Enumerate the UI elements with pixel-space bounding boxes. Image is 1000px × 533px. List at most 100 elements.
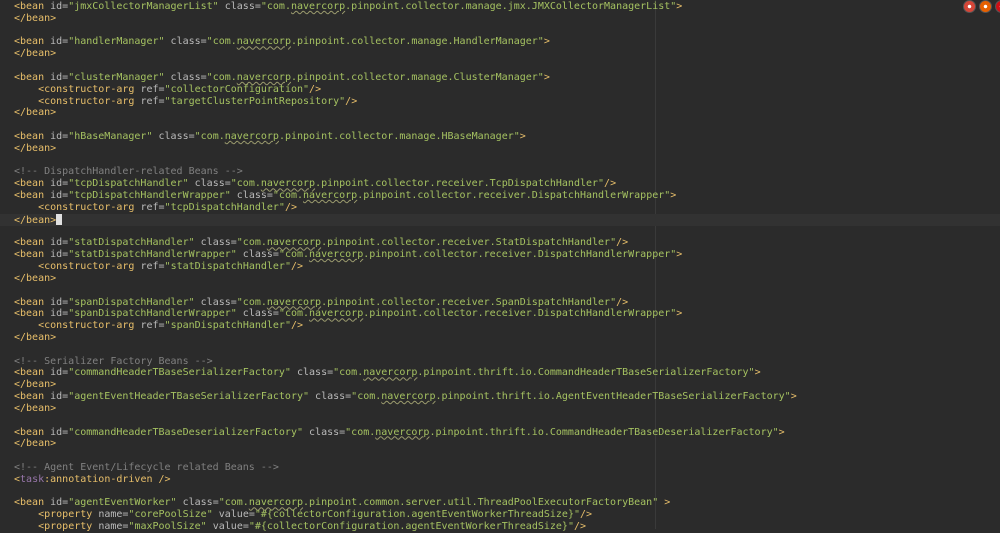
code-token: <bean [14, 71, 51, 83]
code-token: "handlerManager" [68, 36, 165, 48]
code-token: id= [50, 391, 69, 403]
code-token: class= [200, 296, 237, 308]
code-token: "com. [345, 426, 376, 438]
code-line[interactable]: </bean> [14, 438, 56, 450]
code-token: </bean> [14, 402, 57, 414]
code-token: .pinpoint.collector.receiver.DispatchHan… [363, 249, 677, 261]
code-token: <bean [14, 249, 51, 261]
code-token: id= [50, 1, 69, 12]
code-line[interactable]: </bean> [14, 107, 56, 119]
code-token: .pinpoint.collector.manage.HBaseManager" [278, 131, 520, 143]
code-token: ref= [140, 95, 165, 107]
code-line[interactable]: <property name="maxPoolSize" value="#{co… [14, 521, 586, 533]
right-margin-guide [655, 0, 656, 529]
code-token: class= [200, 237, 237, 249]
code-line[interactable]: <constructor-arg ref="targetClusterPoint… [14, 96, 357, 108]
code-token: .pinpoint.collector.receiver.TcpDispatch… [315, 178, 605, 190]
opera-icon[interactable] [995, 0, 1000, 13]
code-token: > [670, 190, 677, 202]
code-line[interactable]: <bean id="commandHeaderTBaseDeserializer… [14, 427, 785, 439]
code-token: <constructor-arg [38, 95, 141, 107]
code-token: > [778, 426, 785, 438]
code-line[interactable]: <bean id="clusterManager" class="com.nav… [14, 72, 550, 84]
code-token: navercorp [375, 426, 430, 438]
code-token: "statDispatchHandlerWrapper" [68, 249, 237, 261]
code-token: id= [50, 237, 69, 249]
code-token: "jmxCollectorManagerList" [68, 1, 219, 12]
code-token: .pinpoint.common.server.util.ThreadPoolE… [303, 497, 659, 509]
code-token: navercorp [266, 237, 322, 249]
code-line[interactable]: </bean> [14, 273, 56, 285]
code-token: <bean [14, 190, 51, 202]
code-token: > [676, 249, 683, 261]
code-token: "maxPoolSize" [128, 521, 207, 533]
code-line[interactable]: <bean id="jmxCollectorManagerList" class… [14, 1, 682, 13]
code-line[interactable]: <bean id="agentEventWorker" class="com.n… [14, 497, 670, 509]
code-line[interactable]: <!-- Agent Event/Lifecycle related Beans… [14, 462, 279, 474]
code-token: class= [309, 426, 346, 438]
code-token: "statDispatchHandler" [164, 261, 291, 273]
code-token: <constructor-arg [38, 201, 141, 213]
code-line[interactable]: <bean id="spanDispatchHandler" class="co… [14, 297, 628, 309]
code-token: class= [170, 36, 207, 48]
firefox-icon[interactable] [979, 0, 992, 13]
code-line[interactable]: <bean id="statDispatchHandler" class="co… [14, 237, 628, 249]
code-editor[interactable]: <bean id="jmxCollectorManagerList" class… [0, 0, 1000, 532]
code-token: .pinpoint.collector.manage.HandlerManage… [290, 36, 544, 48]
code-token: navercorp [303, 190, 358, 202]
code-token: > [543, 36, 550, 48]
code-line[interactable]: <bean id="agentEventHeaderTBaseSerialize… [14, 391, 797, 403]
code-token: </bean> [14, 12, 57, 24]
code-token: "tcpDispatchHandlerWrapper" [68, 190, 231, 202]
code-token: /> [284, 201, 298, 213]
code-token: .pinpoint.collector.receiver.DispatchHan… [357, 190, 671, 202]
code-token: /> [290, 320, 304, 332]
code-token: class= [242, 249, 279, 261]
code-line[interactable]: <bean id="handlerManager" class="com.nav… [14, 36, 550, 48]
code-line[interactable]: <bean id="tcpDispatchHandler" class="com… [14, 178, 616, 190]
code-line[interactable]: <bean id="tcpDispatchHandlerWrapper" cla… [14, 190, 676, 202]
code-token: <bean [14, 296, 51, 308]
code-line[interactable]: <!-- DispatchHandler-related Beans --> [14, 166, 243, 178]
code-line[interactable]: <constructor-arg ref="collectorConfigura… [14, 84, 321, 96]
code-line[interactable]: <task:annotation-driven /> [14, 474, 171, 486]
code-line[interactable]: </bean> [14, 48, 56, 60]
code-token: "#{collectorConfiguration.agentEventWork… [248, 521, 574, 533]
code-line[interactable]: </bean> [14, 379, 56, 391]
code-token: /> [616, 296, 629, 308]
code-line[interactable]: <constructor-arg ref="spanDispatchHandle… [14, 320, 303, 332]
code-line[interactable]: </bean> [14, 13, 56, 25]
code-token: <property [38, 509, 99, 521]
code-token: id= [50, 296, 69, 308]
code-token: navercorp [290, 1, 346, 12]
code-line[interactable]: </bean> [14, 213, 63, 226]
code-token: "tcpDispatchHandler" [164, 201, 285, 213]
code-line[interactable]: <bean id="spanDispatchHandlerWrapper" cl… [14, 308, 682, 320]
code-line[interactable]: <!-- Serializer Factory Beans --> [14, 356, 213, 368]
code-token: "com. [218, 497, 249, 509]
code-token: /> [345, 95, 358, 107]
code-line[interactable]: <constructor-arg ref="statDispatchHandle… [14, 261, 303, 273]
code-token: </bean> [14, 107, 57, 119]
code-token: id= [50, 308, 69, 320]
code-token: /> [604, 178, 617, 190]
code-line[interactable]: <constructor-arg ref="tcpDispatchHandler… [14, 202, 297, 214]
code-line[interactable]: <bean id="hBaseManager" class="com.naver… [14, 131, 526, 143]
code-token: .pinpoint.thrift.io.CommandHeaderTBaseSe… [417, 367, 755, 379]
code-token: <bean [14, 426, 51, 438]
code-token: name= [98, 509, 129, 521]
code-line[interactable]: <bean id="statDispatchHandlerWrapper" cl… [14, 249, 682, 261]
code-line[interactable]: <property name="corePoolSize" value="#{c… [14, 509, 592, 521]
code-token: "statDispatchHandler" [68, 237, 195, 249]
code-token: "com. [236, 296, 267, 308]
code-line[interactable]: </bean> [14, 403, 56, 415]
chrome-icon[interactable] [963, 0, 976, 13]
code-token: </bean> [14, 214, 57, 226]
code-line[interactable]: <bean id="commandHeaderTBaseSerializerFa… [14, 367, 761, 379]
code-line[interactable]: </bean> [14, 332, 56, 344]
code-token: task [20, 473, 45, 485]
code-token: </bean> [14, 142, 57, 154]
code-line[interactable]: </bean> [14, 143, 56, 155]
code-token: "corePoolSize" [128, 509, 213, 521]
